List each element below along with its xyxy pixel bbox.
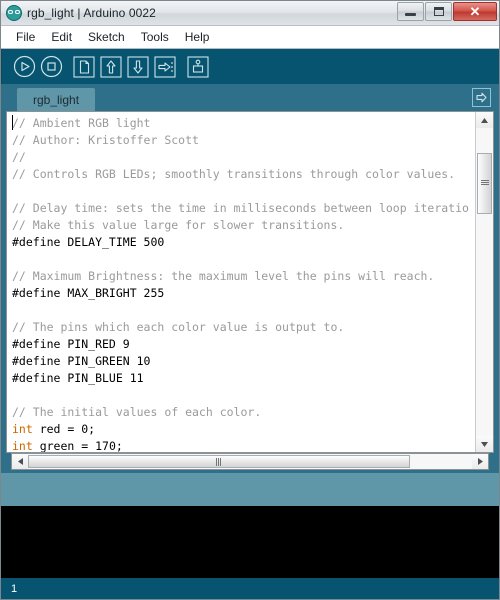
- code-token: // Controls RGB LEDs; smoothly transitio…: [12, 167, 456, 181]
- horizontal-scroll-track[interactable]: [28, 454, 472, 469]
- vertical-scrollbar[interactable]: [475, 112, 493, 452]
- scroll-down-button[interactable]: [476, 436, 493, 452]
- code-token: //: [12, 150, 26, 164]
- code-token: int: [12, 422, 33, 436]
- code-token: #define PIN_RED 9: [12, 337, 130, 351]
- code-line: // Make this value large for slower tran…: [12, 217, 475, 234]
- title-bar: rgb_light | Arduino 0022 ✕: [1, 1, 499, 26]
- maximize-button[interactable]: [425, 2, 452, 21]
- code-line: #define DELAY_TIME 500: [12, 234, 475, 251]
- up-arrow-icon: [100, 55, 122, 78]
- menu-item-sketch[interactable]: Sketch: [80, 28, 133, 47]
- new-button[interactable]: [72, 55, 96, 79]
- sketch-tab-rgb-light[interactable]: rgb_light: [17, 88, 96, 111]
- close-button[interactable]: ✕: [453, 2, 497, 21]
- stop-button[interactable]: [39, 55, 63, 79]
- upload-button[interactable]: [153, 55, 177, 79]
- status-bar: [1, 472, 499, 506]
- vertical-scroll-thumb[interactable]: [477, 152, 492, 215]
- scroll-grip-icon: [215, 457, 222, 466]
- code-line: // Delay time: sets the time in millisec…: [12, 200, 475, 217]
- scroll-right-button[interactable]: [472, 454, 488, 469]
- code-token: // The pins which each color value is ou…: [12, 320, 345, 334]
- horizontal-scrollbar-row: [6, 453, 494, 472]
- chevron-right-icon: [477, 458, 483, 465]
- code-token: // Author: Kristoffer Scott: [12, 133, 199, 147]
- scroll-up-button[interactable]: [476, 112, 493, 128]
- console-output[interactable]: [1, 506, 499, 578]
- chevron-down-icon: [481, 441, 488, 447]
- menu-item-help[interactable]: Help: [177, 28, 218, 47]
- code-line: #define MAX_BRIGHT 255: [12, 285, 475, 302]
- scroll-left-button[interactable]: [12, 454, 28, 469]
- arduino-infinity-icon: [6, 5, 22, 21]
- code-line: #define PIN_RED 9: [12, 336, 475, 353]
- code-line: //: [12, 149, 475, 166]
- line-number-indicator: 1: [11, 582, 18, 595]
- code-token: // Make this value large for slower tran…: [12, 218, 345, 232]
- code-token: #define DELAY_TIME 500: [12, 235, 165, 249]
- maximize-icon: [433, 7, 444, 16]
- horizontal-scroll-thumb[interactable]: [28, 455, 410, 468]
- window-title: rgb_light | Arduino 0022: [27, 6, 156, 20]
- code-token: #define MAX_BRIGHT 255: [12, 286, 165, 300]
- code-line: // Controls RGB LEDs; smoothly transitio…: [12, 166, 475, 183]
- scroll-grip-icon: [480, 180, 489, 186]
- tab-menu-arrow-icon: [476, 92, 487, 103]
- stop-icon: [40, 55, 62, 78]
- code-line: int red = 0;: [12, 421, 475, 438]
- code-lines: // Ambient RGB light // Author: Kristoffe…: [12, 115, 475, 452]
- chevron-left-icon: [17, 458, 23, 465]
- open-button[interactable]: [99, 55, 123, 79]
- code-token: red = 0;: [32, 422, 96, 436]
- save-button[interactable]: [126, 55, 150, 79]
- code-line: // The initial values of each color.: [12, 404, 475, 421]
- toolbar: [1, 49, 499, 84]
- menu-bar: File Edit Sketch Tools Help: [1, 26, 499, 49]
- menu-item-tools[interactable]: Tools: [133, 28, 177, 47]
- close-icon: ✕: [469, 4, 481, 19]
- minimize-button[interactable]: [397, 2, 424, 21]
- serial-monitor-icon: [187, 55, 209, 78]
- code-token: #define PIN_BLUE 11: [12, 371, 144, 385]
- code-line: // The pins which each color value is ou…: [12, 319, 475, 336]
- menu-item-edit[interactable]: Edit: [43, 28, 80, 47]
- code-line: #define PIN_BLUE 11: [12, 370, 475, 387]
- menu-item-file[interactable]: File: [8, 28, 43, 47]
- verify-button[interactable]: [12, 55, 36, 79]
- code-token: // Maximum Brightness: the maximum level…: [12, 269, 435, 283]
- editor-frame: // Ambient RGB light // Author: Kristoffe…: [6, 111, 494, 453]
- code-line: int green = 170;: [12, 438, 475, 452]
- code-line: // Maximum Brightness: the maximum level…: [12, 268, 475, 285]
- code-line: // Ambient RGB light: [12, 115, 475, 132]
- editor-container: // Ambient RGB light // Author: Kristoffe…: [1, 111, 499, 472]
- horizontal-scrollbar[interactable]: [11, 453, 489, 470]
- tab-bar: rgb_light: [1, 84, 499, 111]
- code-token: // Delay time: sets the time in millisec…: [12, 201, 469, 215]
- code-editor[interactable]: // Ambient RGB light // Author: Kristoffe…: [7, 112, 475, 452]
- window-controls: ✕: [396, 2, 497, 21]
- serial-monitor-button[interactable]: [186, 55, 210, 79]
- chevron-up-icon: [481, 117, 488, 123]
- code-token: #define PIN_GREEN 10: [12, 354, 151, 368]
- right-arrow-icon: [154, 55, 176, 78]
- minimize-icon: [405, 13, 416, 16]
- down-arrow-icon: [127, 55, 149, 78]
- tab-menu-button[interactable]: [472, 88, 491, 107]
- vertical-scroll-track[interactable]: [476, 128, 493, 436]
- arduino-ide-window: rgb_light | Arduino 0022 ✕ File Edit Ske…: [0, 0, 500, 600]
- play-icon: [13, 55, 35, 78]
- code-token: // The initial values of each color.: [12, 405, 262, 419]
- code-token: int: [12, 439, 33, 452]
- new-file-icon: [73, 55, 95, 78]
- bottom-bar: 1: [1, 578, 499, 599]
- code-token: green = 170;: [32, 439, 123, 452]
- code-line: // Author: Kristoffer Scott: [12, 132, 475, 149]
- code-line: #define PIN_GREEN 10: [12, 353, 475, 370]
- code-token: // Ambient RGB light: [12, 116, 151, 130]
